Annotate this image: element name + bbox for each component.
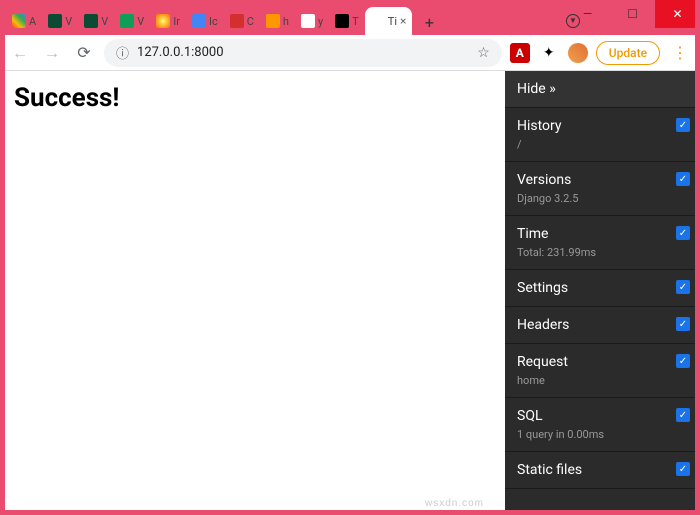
djdt-panel-checkbox[interactable]: ✓ (676, 317, 690, 331)
browser-tab[interactable]: h (260, 7, 295, 35)
djdt-panel-title: Time (517, 226, 688, 242)
django-debug-toolbar[interactable]: Hide History/✓VersionsDjango 3.2.5✓TimeT… (505, 71, 700, 515)
tab-title: V (101, 15, 108, 28)
djdt-panel[interactable]: SQL 1 query in 0.00ms ✓ (505, 398, 700, 452)
favicon (84, 14, 98, 28)
page-content-area: Success! Hide History/✓VersionsDjango 3.… (0, 71, 700, 515)
djdt-panel-title: Headers (517, 317, 688, 333)
tab-title: T (352, 15, 359, 28)
djdt-panel-checkbox[interactable]: ✓ (676, 408, 690, 422)
favicon (156, 14, 170, 28)
favicon (371, 14, 385, 28)
favicon (120, 14, 134, 28)
djdt-panel-checkbox[interactable]: ✓ (676, 462, 690, 476)
djdt-panel-title: Request (517, 354, 688, 370)
maximize-button[interactable]: ☐ (610, 0, 655, 28)
djdt-panel[interactable]: History / ✓ (505, 108, 700, 162)
djdt-panel-subtitle: 1 query in 0.00ms (517, 428, 688, 441)
favicon (192, 14, 206, 28)
new-tab-button[interactable]: + (416, 9, 442, 35)
browser-tab[interactable]: Ti× (365, 7, 413, 35)
djdt-panel-checkbox[interactable]: ✓ (676, 354, 690, 368)
favicon (48, 14, 62, 28)
profile-avatar[interactable] (568, 43, 588, 63)
djdt-panel-subtitle: home (517, 374, 688, 387)
reload-button[interactable]: ⟳ (72, 41, 96, 65)
tab-title: C (247, 15, 254, 28)
browser-tab[interactable]: Ic (186, 7, 224, 35)
webpage-body: Success! (0, 71, 505, 515)
back-button[interactable]: ← (8, 41, 32, 65)
chrome-menu-icon[interactable]: ⋮ (668, 43, 692, 62)
tab-title: A (29, 15, 36, 28)
favicon (12, 14, 26, 28)
djdt-hide-label: Hide (517, 81, 556, 97)
adobe-extension-icon[interactable]: A (510, 43, 530, 63)
djdt-panel-checkbox[interactable]: ✓ (676, 118, 690, 132)
djdt-panel-checkbox[interactable]: ✓ (676, 280, 690, 294)
watermark: wsxdn.com (425, 498, 484, 509)
tab-title: h (283, 15, 289, 28)
address-bar[interactable]: ⓘ 127.0.0.1:8000 ☆ (104, 39, 502, 67)
forward-button[interactable]: → (40, 41, 64, 65)
browser-tab[interactable]: V (114, 7, 150, 35)
djdt-panel[interactable]: Versions Django 3.2.5 ✓ (505, 162, 700, 216)
favicon (230, 14, 244, 28)
browser-tab[interactable]: y (295, 7, 329, 35)
djdt-panel[interactable]: Time Total: 231.99ms ✓ (505, 216, 700, 270)
djdt-panel-title: SQL (517, 408, 688, 424)
browser-tab[interactable]: V (78, 7, 114, 35)
djdt-panel-subtitle: / (517, 138, 688, 151)
tab-title: V (65, 15, 72, 28)
favicon (335, 14, 349, 28)
tab-title: y (318, 15, 323, 28)
browser-tab[interactable]: V (42, 7, 78, 35)
page-heading: Success! (14, 83, 491, 113)
djdt-hide-button[interactable]: Hide (505, 71, 700, 108)
djdt-panel[interactable]: Settings✓ (505, 270, 700, 307)
browser-tab[interactable]: A (6, 7, 42, 35)
bookmark-star-icon[interactable]: ☆ (477, 45, 490, 61)
djdt-panel-title: Static files (517, 462, 688, 478)
tab-title: Ir (173, 15, 180, 28)
djdt-panel-subtitle: Total: 231.99ms (517, 246, 688, 259)
tab-title: Ic (209, 15, 218, 28)
djdt-panel-title: Settings (517, 280, 688, 296)
browser-toolbar: ← → ⟳ ⓘ 127.0.0.1:8000 ☆ A ✦ Update ⋮ (0, 35, 700, 71)
url-text: 127.0.0.1:8000 (137, 45, 224, 60)
browser-window: AVVVIrIcChyTTi×+▼ ← → ⟳ ⓘ 127.0.0.1:8000… (0, 0, 700, 515)
tab-title: V (137, 15, 144, 28)
browser-tab[interactable]: Ir (150, 7, 186, 35)
minimize-button[interactable]: — (565, 0, 610, 28)
tab-title: Ti (388, 15, 397, 28)
extensions-icon[interactable]: ✦ (538, 42, 560, 64)
djdt-panel-checkbox[interactable]: ✓ (676, 226, 690, 240)
tab-close-icon[interactable]: × (400, 14, 406, 28)
djdt-panel[interactable]: Headers✓ (505, 307, 700, 344)
djdt-panel-title: History (517, 118, 688, 134)
site-info-icon[interactable]: ⓘ (116, 43, 129, 62)
browser-tab[interactable]: T (329, 7, 365, 35)
djdt-panel-checkbox[interactable]: ✓ (676, 172, 690, 186)
window-controls: — ☐ ✕ (565, 0, 700, 28)
djdt-panel-title: Versions (517, 172, 688, 188)
favicon (266, 14, 280, 28)
close-window-button[interactable]: ✕ (655, 0, 700, 28)
browser-tab[interactable]: C (224, 7, 260, 35)
djdt-panel[interactable]: Static files✓ (505, 452, 700, 489)
update-button[interactable]: Update (596, 41, 660, 65)
djdt-panel[interactable]: Request home ✓ (505, 344, 700, 398)
djdt-panel-subtitle: Django 3.2.5 (517, 192, 688, 205)
favicon (301, 14, 315, 28)
